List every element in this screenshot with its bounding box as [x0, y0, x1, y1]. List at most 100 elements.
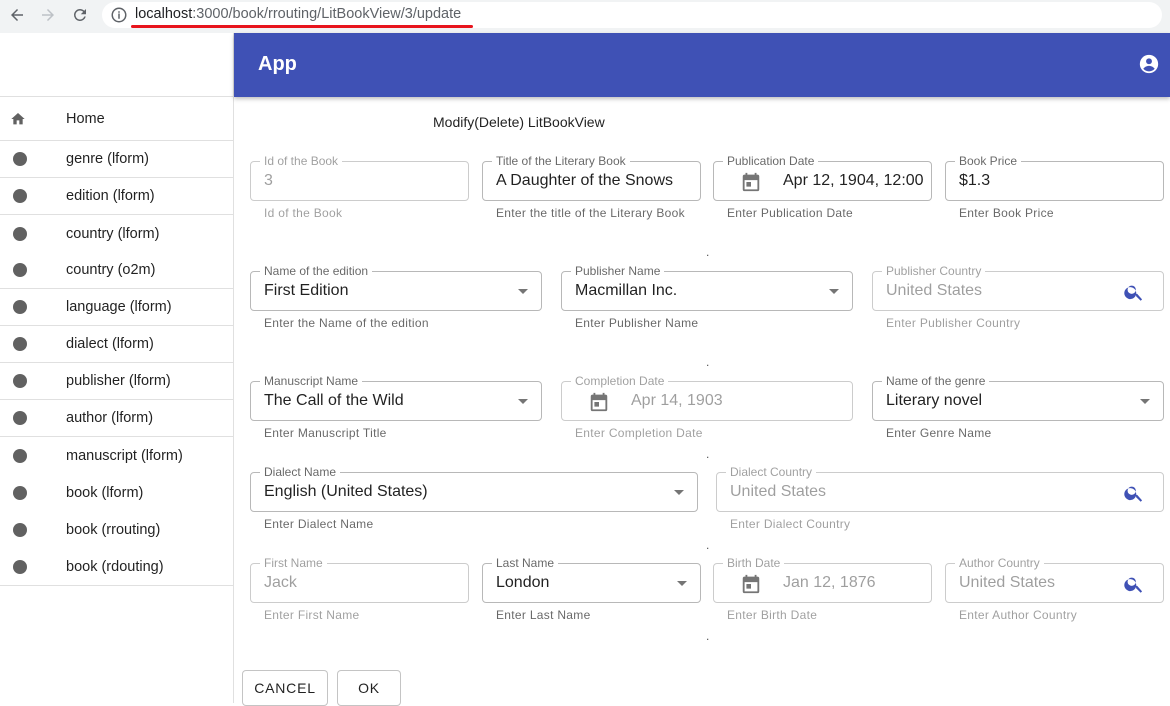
cancel-button[interactable]: CANCEL [242, 670, 328, 706]
pub-country-label: Publisher Country [882, 264, 986, 278]
url-host: localhost [135, 6, 193, 22]
manuscript-field[interactable]: Manuscript Name The Call of the Wild [250, 374, 542, 421]
title-label: Title of the Literary Book [492, 154, 630, 168]
genre-field[interactable]: Name of the genre Literary novel [872, 374, 1164, 421]
sidebar-item[interactable]: genre (lform) [0, 141, 233, 178]
sidebar-item-label: publisher (lform) [66, 373, 171, 389]
bullet-icon [12, 336, 28, 352]
last-name-value: London [496, 574, 550, 591]
author-country-field: Author Country United States [945, 556, 1164, 603]
author-country-label: Author Country [955, 556, 1044, 570]
price-label: Book Price [955, 154, 1022, 168]
last-name-helper-text: Enter Last Name [496, 608, 591, 622]
sidebar-item-label: Home [66, 110, 105, 127]
last-name-label: Last Name [492, 556, 559, 570]
last-name-field[interactable]: Last Name London [482, 556, 701, 603]
dropdown-arrow-icon[interactable] [677, 581, 687, 586]
edition-field[interactable]: Name of the edition First Edition [250, 264, 542, 311]
sidebar-item[interactable]: country (lform) [0, 215, 233, 252]
info-icon[interactable] [110, 6, 128, 24]
search-icon[interactable] [1123, 573, 1145, 595]
completion-label: Completion Date [571, 374, 669, 388]
back-arrow-icon[interactable] [6, 4, 28, 26]
genre-label: Name of the genre [882, 374, 990, 388]
bullet-icon [12, 559, 28, 575]
url-path: :3000/book/rrouting/LitBookView/3/update [192, 6, 462, 22]
author-country-helper-text: Enter Author Country [959, 608, 1078, 622]
dialect-value: English (United States) [264, 483, 428, 500]
price-field[interactable]: Book Price $1.3 [945, 154, 1164, 201]
sidebar-item[interactable]: language (lform) [0, 289, 233, 326]
sidebar-item[interactable]: author (lform) [0, 400, 233, 437]
forward-arrow-icon[interactable] [37, 4, 59, 26]
sidebar-item[interactable]: country (o2m) [0, 252, 233, 289]
title-helper-text: Enter the title of the Literary Book [496, 206, 685, 220]
birth-date-label: Birth Date [723, 556, 785, 570]
dialect-country-label: Dialect Country [726, 465, 817, 479]
dialect-country-value: United States [730, 483, 827, 500]
first-name-helper-text: Enter First Name [264, 608, 360, 622]
calendar-icon [740, 573, 762, 595]
sidebar-header [0, 33, 233, 97]
url-underline-annotation [131, 25, 473, 28]
pub-date-label: Publication Date [723, 154, 819, 168]
sidebar-item[interactable]: book (rdouting) [0, 548, 233, 585]
sidebar-item[interactable]: publisher (lform) [0, 363, 233, 400]
first-name-label: First Name [260, 556, 327, 570]
sidebar-item[interactable]: edition (lform) [0, 178, 233, 215]
publisher-value: Macmillan Inc. [575, 282, 678, 299]
title-value: A Daughter of the Snows [496, 172, 673, 189]
bullet-icon [12, 410, 28, 426]
account-circle-icon[interactable] [1138, 53, 1160, 75]
publisher-label: Publisher Name [571, 264, 665, 278]
pub-date-helper-text: Enter Publication Date [727, 206, 854, 220]
sidebar-item-label: book (rrouting) [66, 521, 161, 538]
dialect-label: Dialect Name [260, 465, 341, 479]
browser-toolbar: localhost:3000/book/rrouting/LitBookView… [0, 0, 1170, 33]
app-title: App [258, 53, 297, 75]
calendar-icon[interactable] [740, 171, 762, 193]
price-value: $1.3 [959, 172, 991, 189]
bullet-icon [12, 188, 28, 204]
pub-country-field: Publisher Country United States [872, 264, 1164, 311]
sidebar-divider [0, 585, 233, 586]
ok-button[interactable]: OK [337, 670, 401, 706]
manuscript-value: The Call of the Wild [264, 392, 404, 409]
sidebar-item[interactable]: Home [0, 97, 233, 141]
sidebar-nav: Home genre (lform) edition (lform) country … [0, 97, 233, 586]
bullet-icon [12, 485, 28, 501]
dropdown-arrow-icon[interactable] [518, 289, 528, 294]
dialect-field[interactable]: Dialect Name English (United States) [250, 465, 698, 512]
calendar-icon [588, 391, 610, 413]
search-icon[interactable] [1123, 281, 1145, 303]
sidebar-item[interactable]: book (lform) [0, 474, 233, 511]
id-helper-text: Id of the Book [264, 206, 343, 220]
bullet-icon [12, 226, 28, 242]
url-text: localhost:3000/book/rrouting/LitBookView… [135, 6, 461, 22]
bullet-icon [12, 299, 28, 315]
app-bar: App [234, 33, 1170, 97]
reload-icon[interactable] [69, 4, 91, 26]
pub-date-field[interactable]: Publication Date Apr 12, 1904, 12:00 [713, 154, 932, 201]
sidebar-item[interactable]: manuscript (lform) [0, 437, 233, 474]
id-value: 3 [264, 172, 273, 189]
dropdown-arrow-icon[interactable] [829, 289, 839, 294]
sidebar-item-label: genre (lform) [66, 151, 149, 167]
dropdown-arrow-icon[interactable] [518, 399, 528, 404]
dropdown-arrow-icon[interactable] [1140, 399, 1150, 404]
sidebar-item[interactable]: book (rrouting) [0, 511, 233, 548]
sidebar-item-label: manuscript (lform) [66, 447, 183, 464]
sidebar-item[interactable]: dialect (lform) [0, 326, 233, 363]
dropdown-arrow-icon[interactable] [674, 490, 684, 495]
search-icon[interactable] [1123, 482, 1145, 504]
form-title: Modify(Delete) LitBookView [433, 114, 605, 130]
row-separator: . [706, 245, 710, 259]
author-country-value: United States [959, 574, 1056, 591]
birth-date-field: Birth Date Jan 12, 1876 [713, 556, 932, 603]
title-field[interactable]: Title of the Literary Book A Daughter of … [482, 154, 701, 201]
row-separator: . [706, 355, 710, 369]
sidebar-item-label: author (lform) [66, 410, 154, 426]
genre-helper-text: Enter Genre Name [886, 426, 992, 440]
dialect-helper-text: Enter Dialect Name [264, 517, 374, 531]
publisher-field[interactable]: Publisher Name Macmillan Inc. [561, 264, 853, 311]
